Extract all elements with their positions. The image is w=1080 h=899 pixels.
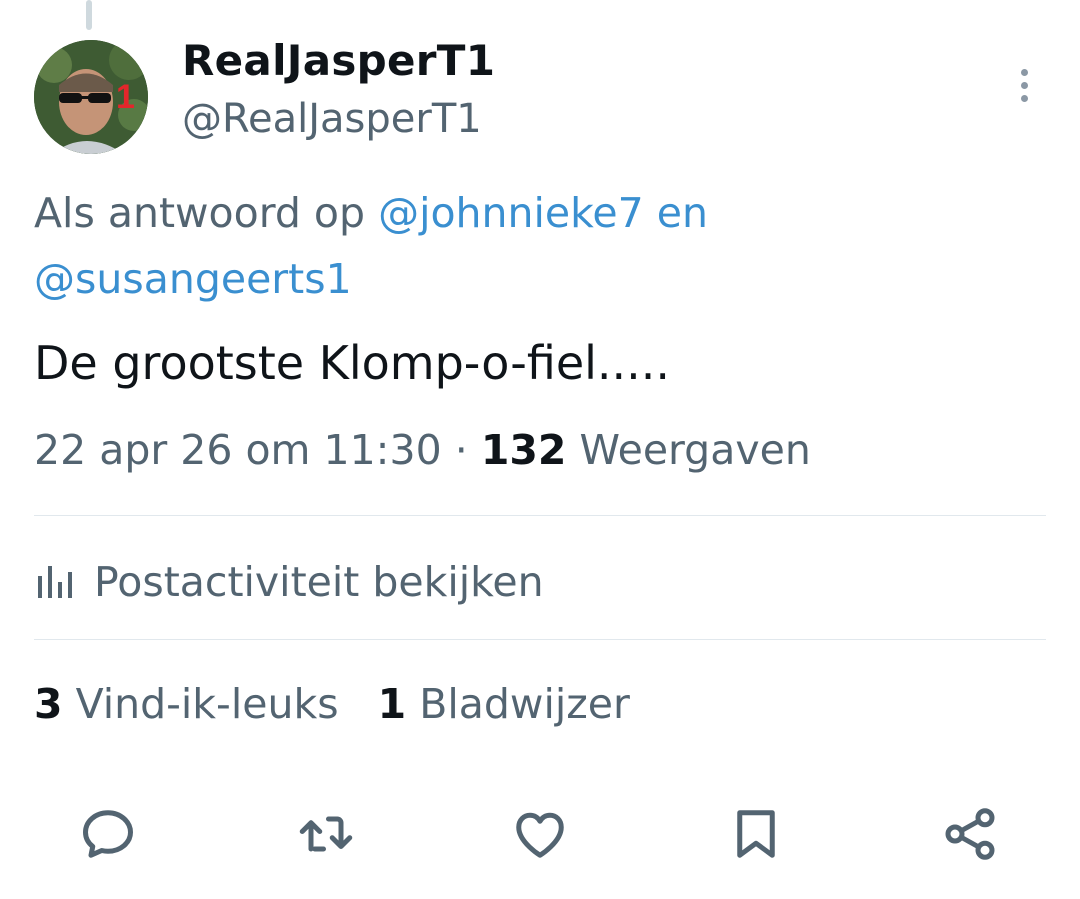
engagement-stats: 3 Vind-ik-leuks 1 Bladwijzer bbox=[34, 680, 630, 728]
tweet-meta: 22 apr 26 om 11:30 · 132 Weergaven bbox=[34, 426, 811, 474]
views-label: Weergaven bbox=[579, 426, 811, 474]
bookmarks-label: Bladwijzer bbox=[419, 680, 630, 728]
tweet-timestamp[interactable]: 22 apr 26 om 11:30 bbox=[34, 426, 442, 474]
divider bbox=[34, 639, 1046, 640]
repost-icon bbox=[299, 816, 353, 852]
reply-context-prefix: Als antwoord op bbox=[34, 189, 379, 237]
bookmark-button[interactable] bbox=[724, 802, 788, 866]
author-handle[interactable]: @RealJasperT1 bbox=[182, 96, 482, 142]
author-display-name[interactable]: RealJasperT1 bbox=[182, 36, 495, 85]
divider bbox=[34, 515, 1046, 516]
reply-context: Als antwoord op @johnnieke7 en @susangee… bbox=[34, 180, 1044, 312]
author-avatar[interactable]: 1 bbox=[34, 40, 148, 154]
like-button[interactable] bbox=[508, 802, 572, 866]
post-activity-link[interactable]: Postactiviteit bekijken bbox=[34, 556, 544, 608]
share-button[interactable] bbox=[938, 802, 1002, 866]
bookmarks-stat[interactable]: 1 Bladwijzer bbox=[378, 680, 630, 728]
heart-icon bbox=[516, 812, 564, 858]
reply-button[interactable] bbox=[76, 802, 140, 866]
likes-count: 3 bbox=[34, 680, 63, 728]
post-activity-label: Postactiviteit bekijken bbox=[94, 558, 544, 606]
likes-stat[interactable]: 3 Vind-ik-leuks bbox=[34, 680, 339, 728]
thread-connector-line bbox=[86, 0, 92, 30]
tweet-text: De grootste Klomp-o-fiel..... bbox=[34, 336, 671, 390]
share-icon bbox=[945, 808, 995, 860]
meta-separator: · bbox=[454, 426, 468, 474]
repost-button[interactable] bbox=[294, 802, 358, 866]
bookmarks-count: 1 bbox=[377, 680, 407, 728]
analytics-icon bbox=[38, 566, 72, 598]
reply-context-connector: en bbox=[643, 189, 708, 237]
more-options-icon[interactable] bbox=[1006, 62, 1042, 108]
mention-susangeerts1[interactable]: @susangeerts1 bbox=[34, 255, 352, 303]
svg-text:1: 1 bbox=[116, 78, 135, 116]
avatar-photo: 1 bbox=[34, 40, 148, 154]
views-count: 132 bbox=[480, 426, 567, 474]
mention-johnnieke7[interactable]: @johnnieke7 bbox=[378, 189, 644, 237]
bookmark-icon bbox=[737, 810, 775, 858]
likes-label: Vind-ik-leuks bbox=[75, 680, 339, 728]
reply-icon bbox=[83, 810, 133, 858]
